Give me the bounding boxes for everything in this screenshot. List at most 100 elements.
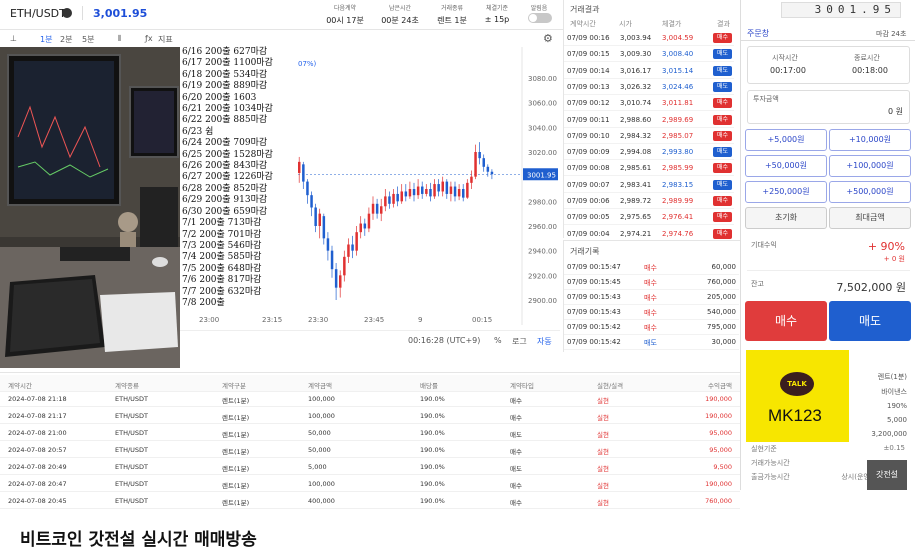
stream-caption: 비트코인 갓전설 실시간 매매방송 [20, 530, 257, 550]
history-col-header: 계약금액 [308, 382, 332, 390]
history-cell: 매수 [510, 482, 522, 490]
candle-body [359, 223, 362, 233]
candle-body [437, 184, 440, 192]
percent-toggle[interactable]: % [494, 336, 502, 345]
divider [741, 40, 915, 41]
sell-button[interactable]: 매도 [829, 301, 911, 341]
auto-toggle[interactable]: 자동 [537, 336, 552, 347]
trade-type-label: 거래종류 [440, 5, 464, 12]
candle-body [470, 176, 473, 183]
add-500000-button[interactable]: +500,000원 [829, 181, 911, 203]
note-line: 6/27 200출 1226마감 [182, 172, 273, 183]
result-tag: 매도 [713, 65, 732, 76]
note-line: 7/1 200출 713마감 [182, 218, 262, 229]
pair-label[interactable]: ETH/USDT [10, 7, 66, 20]
history-cell: 95,000 [709, 446, 732, 454]
result-time: 07/09 00:04 [567, 229, 610, 238]
log-toggle[interactable]: 로그 [512, 336, 527, 347]
history-cell: 2024-07-08 21:18 [8, 395, 67, 403]
reset-button[interactable]: 초기화 [745, 207, 827, 229]
candle-body [326, 238, 330, 251]
history-cell: 실현 [597, 414, 609, 422]
x-tick-label: 00:15 [472, 316, 492, 324]
history-row: 2024-07-08 21:18 ETH/USDT 렌트(1분) 100,000 190… [0, 390, 740, 407]
candle-body [486, 166, 490, 172]
note-line: 6/24 200출 709마감 [182, 138, 268, 149]
result-close: 2,985.99 [662, 164, 694, 173]
candle-body [462, 189, 465, 198]
result-close: 2,974.76 [662, 229, 694, 238]
candle-style-icon[interactable]: ⫴ [118, 34, 121, 44]
result-open: 2,988.60 [620, 115, 652, 124]
expected-pct: + 90% [867, 240, 905, 253]
result-time: 07/09 00:14 [567, 66, 610, 75]
order-panel: 3001.95 주문창 마감 24초 시작시간 00:17:00 종료시간 00… [740, 0, 915, 490]
note-line: 7/8 200출 [182, 297, 225, 308]
candle-body [371, 203, 375, 214]
result-close: 2,989.99 [662, 197, 694, 205]
interval-5m[interactable]: 5분 [82, 34, 94, 45]
buy-button[interactable]: 매수 [745, 301, 827, 341]
history-cell: 190.0% [420, 429, 445, 437]
add-50000-button[interactable]: +50,000원 [745, 155, 827, 177]
expected-label: 기대수익 [751, 241, 777, 249]
candle-body [482, 158, 485, 167]
indicator-icon[interactable]: ƒx [145, 34, 153, 43]
close-countdown: 마감 24초 [876, 30, 907, 38]
add-250000-button[interactable]: +250,000원 [745, 181, 827, 203]
history-cell: 매수 [510, 448, 522, 456]
history-col-header: 계약구분 [222, 382, 246, 390]
candle-body [490, 171, 494, 175]
history-cell: ETH/USDT [115, 395, 149, 403]
result-open: 3,016.17 [620, 66, 652, 75]
result-open: 2,983.41 [620, 180, 652, 189]
history-cell: 2024-07-08 21:17 [8, 412, 67, 420]
history-cell: 190,000 [705, 395, 732, 403]
trade-side: 매수 [644, 264, 657, 272]
trade-time: 07/09 00:15:43 [567, 293, 621, 301]
trade-side: 매수 [644, 294, 657, 302]
history-cell: 190.0% [420, 463, 445, 471]
invest-amount-field[interactable]: 투자금액 0 원 [747, 90, 910, 124]
history-cell: 실현 [597, 482, 609, 490]
history-cell: 실현 [597, 448, 609, 456]
add-5000-button[interactable]: +5,000원 [745, 129, 827, 151]
add-100000-button[interactable]: +100,000원 [829, 155, 911, 177]
indicator-label[interactable]: 지표 [158, 34, 173, 45]
order-tab[interactable]: 주문창 [747, 28, 769, 39]
add-10000-button[interactable]: +10,000원 [829, 129, 911, 151]
history-cell: 렌트(1분) [222, 499, 250, 507]
col-contract-time: 계약시간 [570, 20, 596, 28]
history-cell: 2024-07-08 20:45 [8, 497, 67, 505]
crosshair-icon[interactable]: ⊥ [10, 34, 17, 43]
history-cell: 190.0% [420, 395, 445, 403]
result-tag: 매도 [713, 81, 732, 92]
result-open: 3,010.74 [620, 99, 652, 108]
result-time: 07/09 00:15 [567, 50, 610, 59]
trade-results-panel: 거래결과 계약시간 시가 체결가 결과 07/09 00:16 3,003.94 3… [563, 0, 740, 242]
result-close: 2,985.07 [662, 131, 694, 140]
history-cell: 매수 [510, 414, 522, 422]
candle-body [396, 193, 399, 202]
history-cell: 실현 [597, 465, 609, 473]
history-cell: 렌트(1분) [222, 431, 250, 439]
note-line: 6/21 200출 1034마감 [182, 104, 273, 115]
history-cell: 2024-07-08 21:00 [8, 429, 67, 437]
max-amount-button[interactable]: 최대금액 [829, 207, 911, 229]
interval-2m[interactable]: 2분 [60, 34, 72, 45]
candle-body [363, 223, 367, 229]
interval-1m[interactable]: 1분 [40, 34, 52, 45]
result-row: 07/09 00:11 2,988.60 2,989.69 매수 [564, 112, 734, 128]
result-tag: 매수 [713, 114, 732, 125]
note-line: 7/4 200출 585마감 [182, 252, 262, 263]
sound-toggle[interactable] [528, 13, 552, 23]
note-line: 6/19 200출 889마감 [182, 81, 268, 92]
trade-amount: 540,000 [707, 308, 736, 316]
history-row: 2024-07-08 21:00 ETH/USDT 렌트(1분) 50,000 190.… [0, 424, 740, 441]
candle-body [367, 213, 371, 229]
pair-dropdown-icon[interactable] [62, 8, 72, 18]
settings-icon[interactable]: ⚙ [543, 32, 553, 45]
history-col-header: 계약시간 [8, 382, 32, 390]
streamer-logo: 갓전설 [867, 460, 907, 490]
result-tag: 매수 [713, 33, 732, 43]
